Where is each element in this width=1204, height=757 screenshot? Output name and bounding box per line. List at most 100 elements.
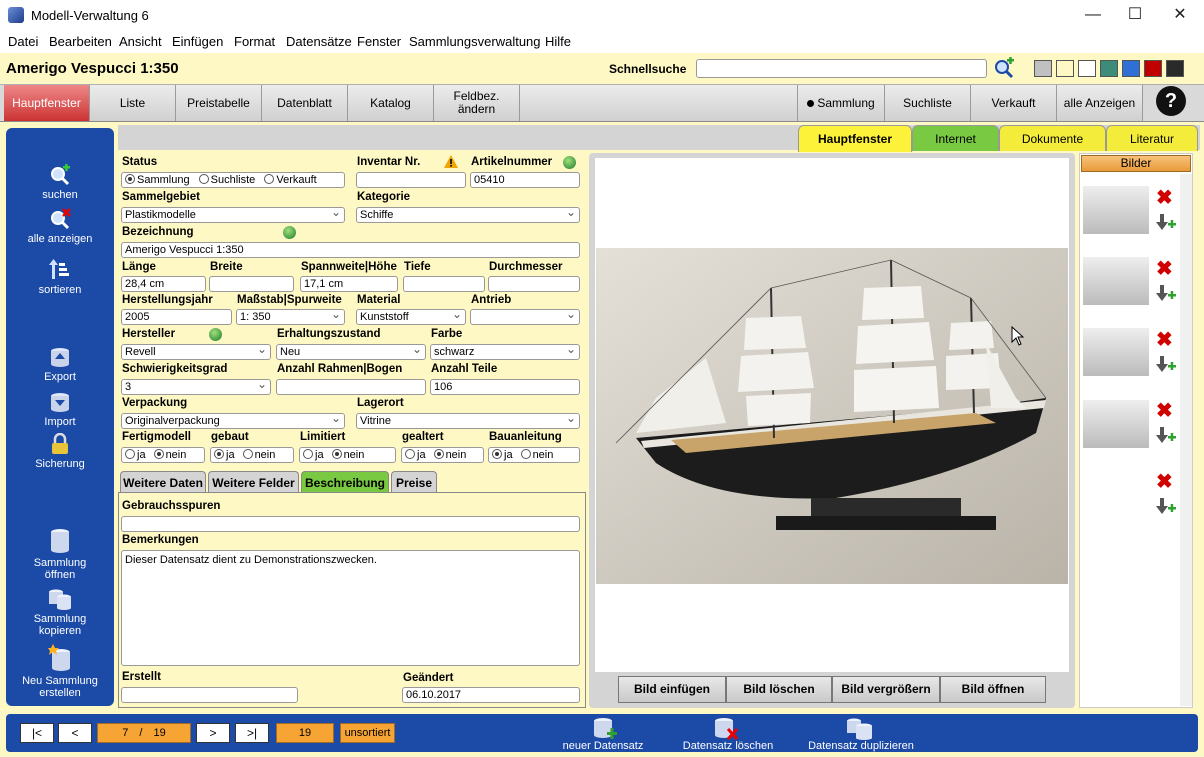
thumbnail-scrollbar[interactable] <box>1180 174 1192 706</box>
globe-icon[interactable] <box>283 226 296 239</box>
material-select[interactable]: Kunststoff <box>356 309 466 325</box>
nav-feldbez-aendern[interactable]: Feldbez. ändern <box>434 85 520 121</box>
subtab-preise[interactable]: Preise <box>391 471 437 493</box>
gealtert-ja[interactable] <box>405 449 415 459</box>
color-swatch-gray[interactable] <box>1034 60 1052 77</box>
color-swatch-white[interactable] <box>1078 60 1096 77</box>
farbe-select[interactable]: schwarz <box>430 344 580 360</box>
new-record-icon[interactable] <box>592 717 618 741</box>
laenge-field[interactable]: 28,4 cm <box>121 276 206 292</box>
sidebar-suchen[interactable]: suchen <box>6 164 114 201</box>
sidebar-sammlung-oeffnen[interactable]: Sammlung öffnen <box>6 528 114 581</box>
color-swatch-blue[interactable] <box>1122 60 1140 77</box>
download-add-icon[interactable] <box>1155 427 1177 445</box>
menu-ansicht[interactable]: Ansicht <box>119 34 162 49</box>
rahmen-field[interactable] <box>276 379 426 395</box>
new-record-label[interactable]: neuer Datensatz <box>560 740 646 752</box>
nav-verkauft[interactable]: Verkauft <box>971 85 1057 121</box>
sidebar-neu-sammlung[interactable]: Neu Sammlung erstellen <box>6 644 114 699</box>
lagerort-select[interactable]: Vitrine <box>356 413 580 429</box>
nav-liste[interactable]: Liste <box>90 85 176 121</box>
tiefe-field[interactable] <box>403 276 485 292</box>
gebrauchsspuren-field[interactable] <box>121 516 580 532</box>
fertigmodell-ja[interactable] <box>125 449 135 459</box>
menu-fenster[interactable]: Fenster <box>357 34 401 49</box>
duplicate-record-label[interactable]: Datensatz duplizieren <box>800 740 922 752</box>
nav-suchliste[interactable]: Suchliste <box>885 85 971 121</box>
sidebar-sicherung[interactable]: Sicherung <box>6 433 114 470</box>
gebaut-ja[interactable] <box>214 449 224 459</box>
inventar-field[interactable] <box>356 172 466 188</box>
menu-datensaetze[interactable]: Datensätze <box>286 34 352 49</box>
antrieb-select[interactable] <box>470 309 580 325</box>
last-record-button[interactable]: >| <box>235 723 269 743</box>
bild-oeffnen-button[interactable]: Bild öffnen <box>940 676 1046 703</box>
duplicate-record-icon[interactable] <box>845 717 875 741</box>
herstellungsjahr-field[interactable]: 2005 <box>121 309 232 325</box>
nav-alle-anzeigen[interactable]: alle Anzeigen <box>1057 85 1143 121</box>
prev-record-button[interactable]: < <box>58 723 92 743</box>
download-add-icon[interactable] <box>1155 214 1177 232</box>
gealtert-nein[interactable] <box>433 449 444 459</box>
delete-thumbnail-icon[interactable]: ✖ <box>1156 472 1173 492</box>
limitiert-ja[interactable] <box>303 449 313 459</box>
menu-einfuegen[interactable]: Einfügen <box>172 34 223 49</box>
thumbnail-3[interactable] <box>1083 328 1149 376</box>
minimize-button[interactable]: — <box>1083 6 1103 24</box>
next-record-button[interactable]: > <box>196 723 230 743</box>
download-add-icon[interactable] <box>1155 498 1177 516</box>
hersteller-select[interactable]: Revell <box>121 344 271 360</box>
delete-record-label[interactable]: Datensatz löschen <box>676 740 780 752</box>
color-swatch-black[interactable] <box>1166 60 1184 77</box>
color-swatch-red[interactable] <box>1144 60 1162 77</box>
subtab-beschreibung[interactable]: Beschreibung <box>301 471 389 493</box>
limitiert-nein[interactable] <box>331 449 342 459</box>
breite-field[interactable] <box>209 276 294 292</box>
delete-thumbnail-icon[interactable]: ✖ <box>1156 259 1173 279</box>
delete-thumbnail-icon[interactable]: ✖ <box>1156 330 1173 350</box>
sidebar-import[interactable]: Import <box>6 391 114 428</box>
tab-literatur[interactable]: Literatur <box>1106 125 1198 151</box>
subtab-weitere-daten[interactable]: Weitere Daten <box>120 471 206 493</box>
quicksearch-input[interactable] <box>696 59 987 78</box>
delete-record-icon[interactable] <box>713 717 739 741</box>
menu-datei[interactable]: Datei <box>8 34 38 49</box>
bezeichnung-field[interactable]: Amerigo Vespucci 1:350 <box>121 242 580 258</box>
radio-suchliste[interactable] <box>198 174 209 184</box>
sidebar-alle-anzeigen[interactable]: alle anzeigen <box>6 208 114 245</box>
globe-icon[interactable] <box>209 328 222 341</box>
sort-status[interactable]: unsortiert <box>340 723 395 743</box>
nav-katalog[interactable]: Katalog <box>348 85 434 121</box>
globe-icon[interactable] <box>563 156 576 169</box>
menu-bearbeiten[interactable]: Bearbeiten <box>49 34 112 49</box>
nav-datenblatt[interactable]: Datenblatt <box>262 85 348 121</box>
artikel-field[interactable]: 05410 <box>470 172 580 188</box>
thumbnail-2[interactable] <box>1083 257 1149 305</box>
schwierigkeitsgrad-select[interactable]: 3 <box>121 379 271 395</box>
kategorie-select[interactable]: Schiffe <box>356 207 580 223</box>
ship-model-photo[interactable] <box>596 248 1068 584</box>
subtab-weitere-felder[interactable]: Weitere Felder <box>208 471 299 493</box>
bild-vergroessern-button[interactable]: Bild vergrößern <box>832 676 940 703</box>
erhaltungszustand-select[interactable]: Neu <box>276 344 426 360</box>
sidebar-sammlung-kopieren[interactable]: Sammlung kopieren <box>6 588 114 637</box>
menu-hilfe[interactable]: Hilfe <box>545 34 571 49</box>
first-record-button[interactable]: |< <box>20 723 54 743</box>
bild-einfuegen-button[interactable]: Bild einfügen <box>618 676 726 703</box>
maximize-button[interactable]: ☐ <box>1125 6 1145 24</box>
sidebar-export[interactable]: Export <box>6 346 114 383</box>
thumbnail-1[interactable] <box>1083 186 1149 234</box>
radio-verkauft[interactable] <box>264 174 275 184</box>
menu-format[interactable]: Format <box>234 34 275 49</box>
gebaut-nein[interactable] <box>242 449 253 459</box>
thumbnail-4[interactable] <box>1083 400 1149 448</box>
download-add-icon[interactable] <box>1155 285 1177 303</box>
close-button[interactable]: ✕ <box>1170 6 1190 24</box>
radio-sammlung[interactable] <box>125 174 135 184</box>
menu-sammlungsverwaltung[interactable]: Sammlungsverwaltung <box>409 34 541 49</box>
geaendert-field[interactable]: 06.10.2017 <box>402 687 580 703</box>
bemerkungen-textarea[interactable]: Dieser Datensatz dient zu Demonstrations… <box>121 550 580 666</box>
spannweite-field[interactable]: 17,1 cm <box>300 276 398 292</box>
tab-internet[interactable]: Internet <box>912 125 999 151</box>
search-add-icon[interactable] <box>993 57 1015 79</box>
